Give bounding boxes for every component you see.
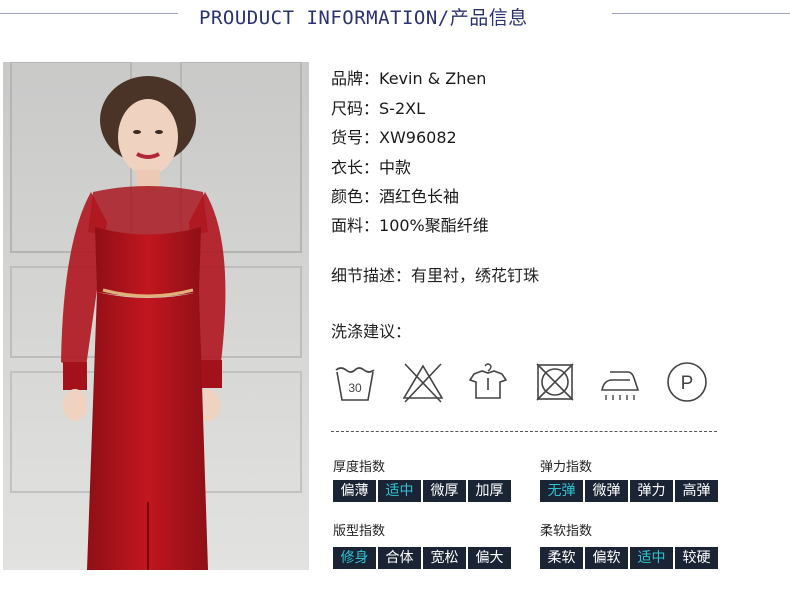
spec-value: 100%聚酯纤维 [379, 216, 489, 235]
dry-clean-p-icon: P [667, 362, 707, 402]
thickness-option: 适中 [378, 480, 421, 502]
thickness-option: 偏薄 [333, 480, 376, 502]
elasticity-option: 无弹 [540, 480, 583, 502]
page-title: PROUDUCT INFORMATION/产品信息 [199, 7, 528, 29]
thickness-option: 微厚 [423, 480, 466, 502]
elasticity-index-label: 弹力指数 [540, 460, 593, 475]
spec-value: 酒红色长袖 [379, 187, 460, 206]
softness-index-label: 柔软指数 [540, 524, 593, 539]
spec-value: Kevin & Zhen [379, 69, 487, 88]
product-photo [3, 62, 309, 570]
model-dress-illustration [3, 62, 309, 570]
spec-value: 中款 [379, 158, 412, 177]
fit-option: 偏大 [468, 547, 511, 569]
wash-temp: 30 [348, 381, 362, 395]
fit-index-options: 修身 合体 宽松 偏大 [333, 547, 511, 569]
spec-value: XW96082 [379, 128, 457, 147]
spec-brand: 品牌：Kevin & Zhen [331, 65, 486, 89]
thickness-index-options: 偏薄 适中 微厚 加厚 [333, 480, 511, 502]
wash-30-icon: 30 [335, 367, 375, 401]
detail-description: 细节描述：有里衬，绣花钉珠 [331, 266, 540, 285]
dryclean-letter: P [681, 373, 694, 394]
fit-option: 合体 [378, 547, 421, 569]
spec-item-number: 货号：XW96082 [331, 124, 457, 148]
softness-option: 较硬 [675, 547, 718, 569]
softness-option: 偏软 [585, 547, 628, 569]
elasticity-index-options: 无弹 微弹 弹力 高弹 [540, 480, 718, 502]
softness-index-options: 柔软 偏软 适中 较硬 [540, 547, 718, 569]
iron-steam-icon [601, 371, 640, 400]
softness-option: 适中 [630, 547, 673, 569]
spec-color: 颜色：酒红色长袖 [331, 183, 459, 207]
fit-index-label: 版型指数 [333, 524, 386, 539]
do-not-tumble-dry-icon [536, 363, 574, 401]
elasticity-option: 微弹 [585, 480, 628, 502]
thickness-index-label: 厚度指数 [333, 460, 386, 475]
spec-label: 尺码： [331, 99, 380, 118]
spec-size: 尺码：S-2XL [331, 95, 425, 119]
spec-value: S-2XL [379, 99, 425, 118]
spec-label: 品牌： [331, 69, 380, 88]
elasticity-option: 高弹 [675, 480, 718, 502]
spec-fabric: 面料：100%聚酯纤维 [331, 212, 489, 236]
header-line-right [612, 13, 790, 14]
thickness-option: 加厚 [468, 480, 511, 502]
softness-option: 柔软 [540, 547, 583, 569]
spec-length: 衣长：中款 [331, 154, 411, 178]
divider [331, 431, 717, 432]
spec-label: 颜色： [331, 187, 380, 206]
header-line-left [0, 13, 178, 14]
do-not-bleach-icon [402, 363, 444, 403]
spec-label: 货号： [331, 128, 380, 147]
fit-option: 宽松 [423, 547, 466, 569]
elasticity-option: 弹力 [630, 480, 673, 502]
hang-dry-icon [468, 363, 508, 399]
wash-title: 洗涤建议： [331, 322, 412, 341]
spec-label: 面料： [331, 216, 380, 235]
fit-option: 修身 [333, 547, 376, 569]
spec-label: 衣长： [331, 158, 380, 177]
